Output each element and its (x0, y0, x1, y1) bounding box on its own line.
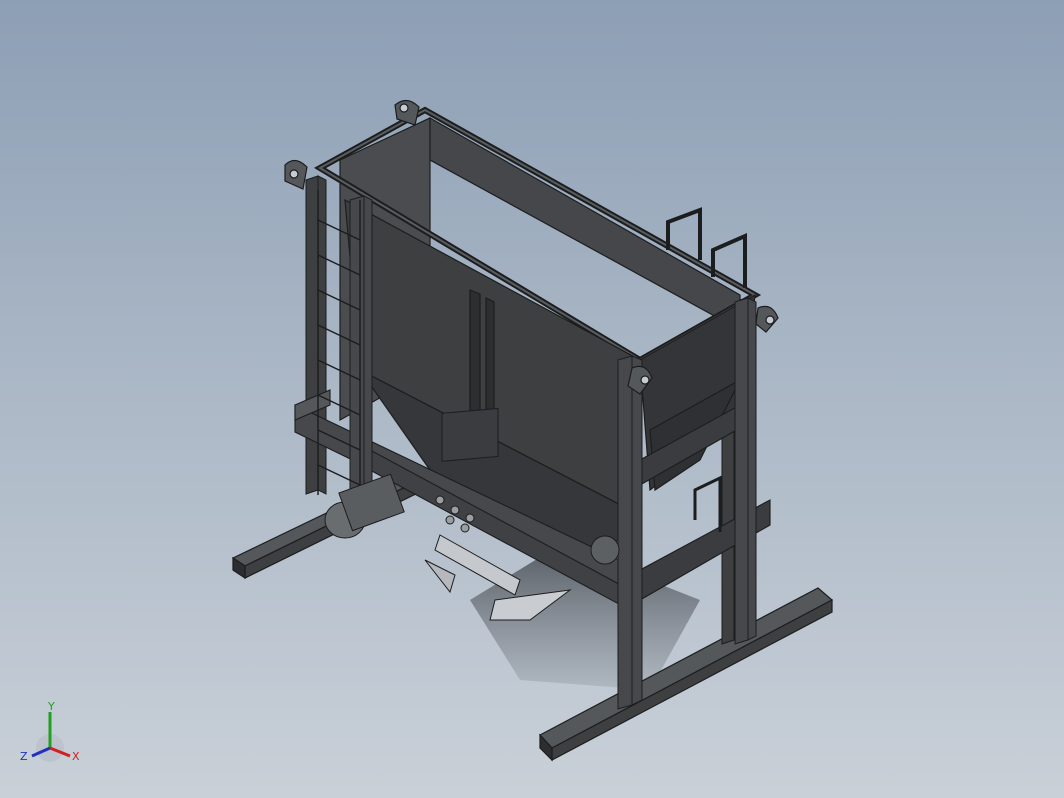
x-axis-label: X (72, 750, 80, 763)
z-axis-label: Z (20, 750, 28, 763)
view-orientation-triad[interactable]: Y X Z (18, 700, 88, 770)
graphics-viewport[interactable]: Y X Z (0, 0, 1064, 798)
y-axis-label: Y (47, 700, 55, 713)
lower-handles (693, 475, 722, 532)
hopper-frame-model[interactable] (0, 0, 1064, 798)
